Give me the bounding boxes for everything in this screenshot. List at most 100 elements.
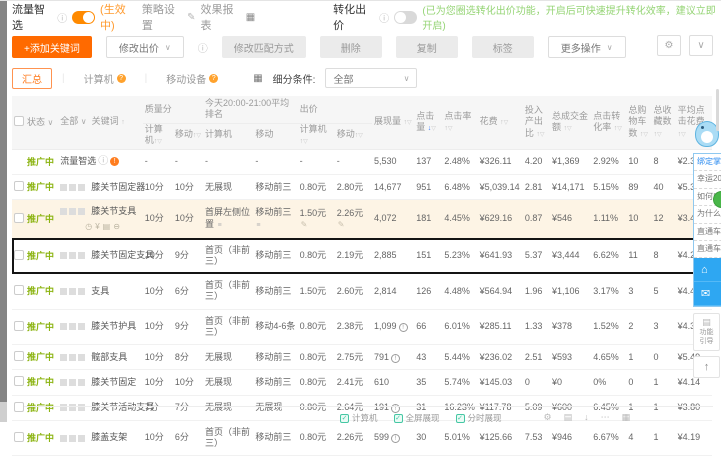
status-cell[interactable]: 推广中 (12, 273, 59, 310)
rank-list-icon[interactable]: ≡ (256, 222, 260, 229)
strategy-settings-link[interactable]: 策略设置 (142, 1, 182, 33)
legend-item[interactable]: ✓ 分时展现 (455, 412, 502, 424)
column-cvr[interactable]: 点击转化率 ↑▽ (591, 96, 627, 150)
back-to-top-button[interactable]: ↑ (693, 355, 720, 378)
segment-select[interactable]: 全部 ∨ (325, 68, 418, 88)
keyword-cell[interactable]: 膝关节活动支具 (58, 395, 154, 421)
more-actions-dropdown[interactable]: 更多操作 ∨ (547, 36, 626, 58)
table-row[interactable]: 推广中 膝关节支具 ◷¥▤⊖ 10分 10分 首屏左侧位置 ≡ 移动前三 ≡ 1.50元 ✎ 2… (12, 199, 712, 239)
impression-badge-icon[interactable]: ! (398, 323, 408, 333)
info-icon[interactable]: ⓘ (98, 156, 108, 169)
column-keyword[interactable]: 全部 ∨ 关键词 ↑ (58, 96, 143, 150)
edit-bid-pencil-icon[interactable]: ✎ (301, 220, 308, 229)
more-icon[interactable]: ⋯ (601, 412, 610, 423)
status-cell[interactable]: 推广中 (12, 420, 59, 456)
delete-button[interactable]: 删除 (319, 36, 382, 58)
status-cell[interactable]: 推广中 (12, 199, 59, 239)
keyword-label[interactable]: 流量智选 (60, 156, 96, 167)
column-impressions[interactable]: 展现量 ↑▽ (372, 96, 415, 150)
keyword-cell[interactable]: 流量智选 ⓘ ! (58, 149, 143, 175)
row-checkbox[interactable] (14, 376, 24, 387)
effect-report-link[interactable]: 效果报表 (201, 1, 241, 33)
keyword-cell[interactable]: 膝关节固定支具 (58, 238, 154, 274)
table-row[interactable]: 推广中 膝关节固定支具 10分 9分 首页（非前三） 移动前三 0.80元 2.19元 2,88… (12, 238, 712, 274)
column-clicks[interactable]: 点击量 ↓▽ (414, 96, 443, 150)
keyword-cell[interactable]: 膝关节护具 (58, 309, 143, 345)
collapse-chevron-icon[interactable]: ∨ (689, 35, 713, 56)
keyword-cell[interactable]: 髋部支具 (58, 344, 143, 371)
keyword-cell[interactable]: 支具 (58, 273, 143, 310)
row-checkbox[interactable] (14, 320, 24, 331)
keyword-label[interactable]: 膝关节护具 (91, 321, 136, 332)
status-cell[interactable]: 推广中 (12, 344, 59, 371)
list-icon[interactable]: ▤ (564, 412, 573, 423)
row-checkbox[interactable] (14, 351, 24, 361)
traffic-smart-toggle[interactable] (72, 10, 96, 24)
rank-list-icon[interactable]: ≡ (218, 222, 222, 229)
legend-checkbox-icon[interactable]: ✓ (393, 413, 403, 423)
status-cell[interactable]: 推广中 (12, 309, 59, 345)
help-link[interactable]: 直通车推 广计划? (694, 241, 721, 259)
legend-checkbox-icon[interactable]: ✓ (455, 413, 465, 423)
help-link[interactable]: 幸运20… (694, 171, 721, 189)
column-favorites[interactable]: 总收藏数 ↑▽ (651, 96, 676, 150)
keyword-cell[interactable]: 膝盖支架 (58, 420, 143, 456)
status-cell[interactable]: 推广中 (12, 174, 59, 201)
legend-item[interactable]: ✓ 计算机 (340, 412, 378, 424)
info-icon[interactable]: ⓘ (57, 10, 67, 25)
legend-item[interactable]: ✓ 全屏展现 (393, 412, 440, 424)
bell-icon[interactable]: ⌂ (694, 258, 721, 283)
subcolumn-quality-pc[interactable]: 计算机↑▽ (142, 123, 173, 150)
column-roi[interactable]: 投入产出比 ↑▽ (522, 96, 550, 150)
table-row[interactable]: 推广中 膝关节固定器 10分 10分 无展现 移动前三 0.80元 2.80元 14,677 95… (12, 174, 712, 201)
help-link[interactable]: 绑定掌柜 (694, 154, 721, 172)
subcolumn-bid-pc[interactable]: 计算机↑▽ (297, 123, 335, 150)
legend-checkbox-icon[interactable]: ✓ (340, 413, 349, 423)
table-row[interactable]: 推广中 膝关节护具 10分 9分 首页（非前三） 移动4-6条 0.80元 2.38元 1,09… (12, 309, 712, 345)
keyword-label[interactable]: 膝关节支具 (91, 206, 136, 217)
chart-icon[interactable]: ▦ (246, 12, 255, 23)
column-status[interactable]: 状态 ∨ (12, 96, 59, 150)
keyword-label[interactable]: 膝关节固定器 (91, 182, 145, 193)
keyword-cell[interactable]: 膝关节固定 (58, 369, 143, 396)
modify-match-button[interactable]: 修改匹配方式 (221, 36, 306, 58)
row-checkbox[interactable] (14, 401, 24, 412)
table-row[interactable]: 推广中 流量智选 ⓘ ! - - - - - -5,530 137 2.48% ¥326.11 4.2… (12, 149, 712, 175)
chat-icon[interactable]: ✉ (694, 282, 721, 307)
select-all-checkbox[interactable] (14, 116, 24, 127)
keyword-cell[interactable]: 膝关节支具 ◷¥▤⊖ (58, 199, 143, 239)
download-icon[interactable]: ↓ (584, 412, 589, 423)
subcolumn-bid-mobile[interactable]: 移动↑▽ (334, 123, 372, 150)
status-cell[interactable]: 推广中 (12, 369, 59, 396)
tab-mobile[interactable]: 移动设备? (157, 69, 227, 88)
status-cell[interactable]: 推广中 (12, 238, 59, 274)
keyword-label[interactable]: 支具 (91, 286, 109, 297)
keyword-action-icons[interactable]: ◷¥▤⊖ (85, 222, 140, 232)
edit-bid-pencil-icon[interactable]: ✎ (338, 220, 345, 229)
scrollbar-thumb[interactable] (716, 89, 719, 131)
tab-summary[interactable]: 汇总 (12, 67, 52, 89)
table-row[interactable]: 推广中 支具 10分 6分 首页（非前三） 移动前三 1.50元 2.60元 2,814 126 4… (12, 273, 712, 310)
keyword-label[interactable]: 髋部支具 (91, 352, 127, 363)
help-link[interactable]: 为什么超 过日预算 (694, 206, 721, 224)
help-link[interactable]: 直通车推 厂… (694, 224, 721, 241)
status-cell[interactable]: 推广中 (12, 395, 59, 421)
modify-bid-dropdown[interactable]: 修改出价 ∨ (105, 36, 184, 58)
tab-pc[interactable]: 计算机? (75, 69, 135, 88)
column-gmv[interactable]: 总成交金额 ↑▽ (549, 96, 592, 150)
status-cell[interactable]: 推广中 (12, 149, 59, 175)
grid-icon[interactable]: ▦ (622, 412, 631, 423)
column-cart[interactable]: 总购物车数 ↑▽ (626, 96, 652, 150)
impression-badge-icon[interactable]: ! (391, 434, 401, 444)
info-icon[interactable]: ⓘ (198, 40, 208, 55)
impression-badge-icon[interactable]: ! (391, 353, 401, 363)
table-row[interactable]: 推广中 髋部支具 10分 8分 无展现 移动前三 0.80元 2.75元 791! 43 5.44%… (12, 344, 712, 371)
pencil-icon[interactable]: ✎ (187, 12, 195, 23)
conversion-bid-toggle[interactable] (394, 10, 418, 24)
table-row[interactable]: 推广中 膝关节固定 10分 10分 无展现 移动前三 0.80元 2.41元 610 35 5.74… (12, 369, 712, 396)
table-row[interactable]: 推广中 膝盖支架 10分 6分 首页（非前三） 移动前三 0.80元 2.26元 599! 30 5… (12, 420, 712, 456)
row-checkbox[interactable] (14, 212, 24, 223)
subcolumn-quality-mobile[interactable]: 移动↑▽ (172, 123, 204, 150)
gear-icon[interactable]: ⚙ (544, 412, 552, 423)
feature-guide-button[interactable]: ▤ 功能 引导 (693, 313, 720, 351)
